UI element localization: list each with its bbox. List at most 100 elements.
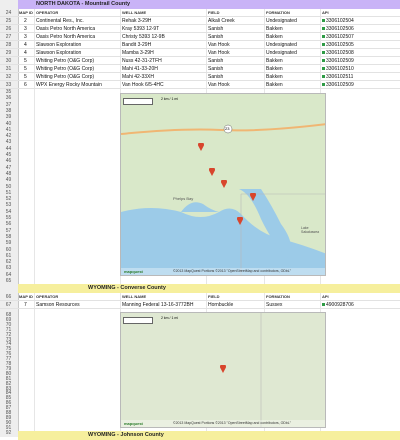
- cell-field[interactable]: Van Hook: [208, 49, 230, 57]
- cell-field[interactable]: Van Hook: [208, 81, 230, 89]
- cell-field[interactable]: Sanish: [208, 25, 223, 33]
- row-number: 36: [5, 95, 12, 102]
- table-row[interactable]: 29 4 Slawson Exploration Mamba 3-29H Van Hoo…: [0, 49, 400, 57]
- row-number: 66: [5, 294, 12, 300]
- cell-operator[interactable]: Whiting Petro (O&G Corp): [36, 57, 94, 65]
- cell-operator[interactable]: Oasis Petro North America: [36, 33, 95, 41]
- cell-map-id[interactable]: 4: [24, 49, 27, 57]
- cell-well-name[interactable]: Manning Federal 13-16-3772BH: [122, 301, 206, 309]
- cell-field[interactable]: Van Hook: [208, 41, 230, 49]
- map-pin-6[interactable]: [237, 212, 243, 225]
- cell-formation[interactable]: Bakken: [266, 81, 283, 89]
- cell-formation[interactable]: Bakken: [266, 25, 283, 33]
- cell-field[interactable]: Alkali Creek: [208, 17, 235, 25]
- cell-well-name[interactable]: Bandit 3-29H: [122, 41, 151, 49]
- cell-well-name[interactable]: Van Hook 6/5-4HC: [122, 81, 164, 89]
- table-row[interactable]: 30 5 Whiting Petro (O&G Corp) Nuss 42-31-2T…: [0, 57, 400, 65]
- row-number: 24: [5, 10, 12, 16]
- cell-api[interactable]: 3306102506: [322, 25, 354, 33]
- row-number: 63: [5, 265, 12, 272]
- map-mountrail[interactable]: 23 Phelps Bay Lake Sakakawea 2 km / 1 mi…: [120, 93, 326, 276]
- cell-field[interactable]: Sanish: [208, 57, 223, 65]
- cell-map-id[interactable]: 3: [24, 25, 27, 33]
- cell-well-name[interactable]: Nuss 42-31-2TFH: [122, 57, 162, 65]
- cell-operator[interactable]: Slawson Exploration: [36, 49, 81, 57]
- cell-api[interactable]: 3306102509: [322, 81, 354, 89]
- table-row[interactable]: 25 2 Continental Res., Inc. Rehak 3-29H Alka…: [0, 17, 400, 25]
- cell-map-id[interactable]: 5: [24, 73, 27, 81]
- cell-well-name[interactable]: Mahi 42-33XH: [122, 73, 154, 81]
- cell-api[interactable]: 3306102504: [322, 17, 354, 25]
- row-number: 57: [5, 227, 12, 234]
- cell-formation[interactable]: Undesignated: [266, 17, 297, 25]
- cell-operator[interactable]: WPX Energy Rocky Mountain: [36, 81, 102, 89]
- table-row[interactable]: 33 6 WPX Energy Rocky Mountain Van Hook 6/5…: [0, 81, 400, 89]
- map-pin-4[interactable]: [221, 175, 227, 188]
- table-row[interactable]: 28 4 Slawson Exploration Bandit 3-29H Van Ho…: [0, 41, 400, 49]
- cell-operator[interactable]: Samson Resources: [36, 301, 120, 309]
- scale-bar: [123, 317, 153, 324]
- cell-formation[interactable]: Bakken: [266, 65, 283, 73]
- cell-formation[interactable]: Undesignated: [266, 41, 297, 49]
- row-number: 45: [5, 152, 12, 158]
- cell-map-id[interactable]: 2: [24, 17, 27, 25]
- flag-icon: [322, 75, 325, 79]
- cell-map-id[interactable]: 4: [24, 41, 27, 49]
- cell-field[interactable]: Sanish: [208, 73, 223, 81]
- col-header-map: MAP ID: [19, 10, 33, 15]
- cell-map-id[interactable]: 5: [24, 57, 27, 65]
- cell-operator[interactable]: Continental Res., Inc.: [36, 17, 84, 25]
- section-title: WYOMING - Converse County: [88, 285, 166, 291]
- row-number: 65: [5, 278, 12, 284]
- cell-formation[interactable]: Sussex: [266, 301, 320, 309]
- cell-well-name[interactable]: Kray 5393 12-9T: [122, 25, 159, 33]
- row-number: 51: [5, 189, 12, 196]
- cell-field[interactable]: Sanish: [208, 65, 223, 73]
- cell-operator[interactable]: Slawson Exploration: [36, 41, 81, 49]
- cell-formation[interactable]: Undesignated: [266, 49, 297, 57]
- row-number: 92: [5, 429, 12, 436]
- cell-field[interactable]: Sanish: [208, 33, 223, 41]
- cell-map-id[interactable]: 5: [24, 65, 27, 73]
- cell-api[interactable]: 3306102507: [322, 33, 354, 41]
- table-row[interactable]: 31 5 Whiting Petro (O&G Corp) Mahi 41-33-20…: [0, 65, 400, 73]
- table-row[interactable]: 26 3 Oasis Petro North America Kray 5393 12…: [0, 25, 400, 33]
- cell-formation[interactable]: Bakken: [266, 57, 283, 65]
- map-label-bay: Phelps Bay: [173, 196, 194, 201]
- cell-field[interactable]: Hornbuckle: [208, 301, 264, 309]
- col-header-formation: FORMATION: [266, 10, 290, 15]
- scale-label: 2 km / 1 mi: [161, 316, 179, 320]
- cell-well-name[interactable]: Mahi 41-33-20H: [122, 65, 158, 73]
- row-number: 55: [5, 215, 12, 221]
- cell-api[interactable]: 3306102508: [322, 49, 354, 57]
- map-pin-3[interactable]: [209, 163, 215, 176]
- cell-operator[interactable]: Whiting Petro (O&G Corp): [36, 73, 94, 81]
- cell-map-id[interactable]: 6: [24, 81, 27, 89]
- map-converse[interactable]: 2 km / 1 mi ©2013 MapQuest Portions ©201…: [120, 312, 326, 428]
- cell-well-name[interactable]: Rehak 3-29H: [122, 17, 151, 25]
- table-row[interactable]: 67 7 Samson Resources Manning Federal 13…: [0, 301, 400, 309]
- cell-api[interactable]: 4900928706: [322, 301, 400, 309]
- map-pin-2[interactable]: [198, 138, 204, 151]
- cell-api[interactable]: 3306102511: [322, 73, 353, 81]
- road-shield: 23: [225, 126, 230, 131]
- col-header-operator: OPERATOR: [36, 294, 59, 299]
- map-pin-7[interactable]: [220, 360, 226, 373]
- cell-formation[interactable]: Bakken: [266, 33, 283, 41]
- cell-well-name[interactable]: Christy 5393 12-9B: [122, 33, 165, 41]
- cell-map-id[interactable]: 3: [24, 33, 27, 41]
- cell-api[interactable]: 3306102510: [322, 65, 354, 73]
- cell-api[interactable]: 3306102509: [322, 57, 354, 65]
- table-row[interactable]: 32 5 Whiting Petro (O&G Corp) Mahi 42-33XH S…: [0, 73, 400, 81]
- map-pin-5[interactable]: [250, 188, 256, 201]
- cell-operator[interactable]: Oasis Petro North America: [36, 25, 95, 33]
- col-header-field: FIELD: [208, 10, 220, 15]
- cell-api[interactable]: 3306102505: [322, 41, 354, 49]
- section-header-nd: NORTH DAKOTA - Mountrail County: [18, 0, 400, 9]
- cell-well-name[interactable]: Mamba 3-29H: [122, 49, 154, 57]
- row-number: 41: [5, 126, 12, 133]
- cell-map-id[interactable]: 7: [24, 301, 27, 309]
- cell-formation[interactable]: Bakken: [266, 73, 283, 81]
- table-row[interactable]: 27 3 Oasis Petro North America Christy 5393…: [0, 33, 400, 41]
- cell-operator[interactable]: Whiting Petro (O&G Corp): [36, 65, 94, 73]
